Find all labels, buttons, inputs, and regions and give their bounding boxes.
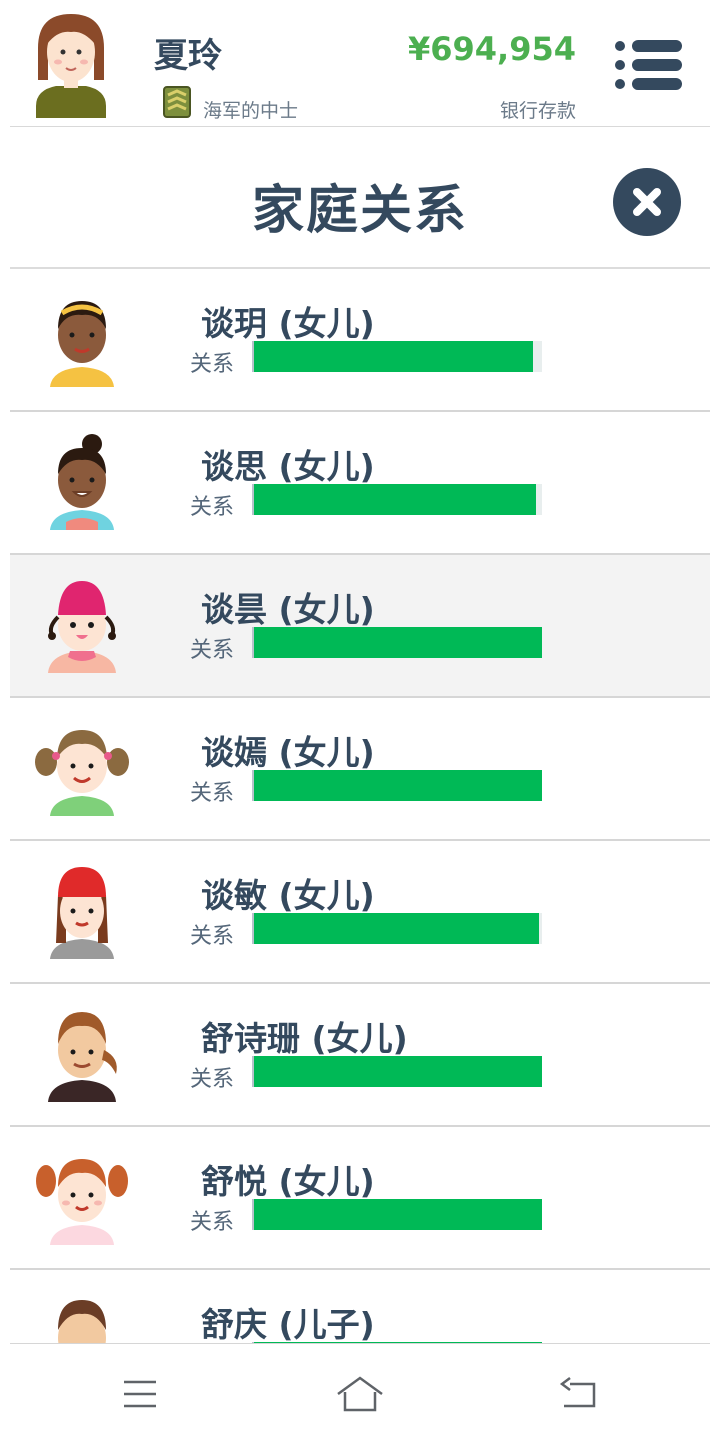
- player-name: 夏玲: [154, 36, 222, 76]
- relation-bar-fill: [254, 484, 537, 515]
- member-name: 谈嫣 (女儿): [201, 733, 375, 772]
- family-list[interactable]: 谈玥 (女儿) 关系 谈思 (女儿) 关系 谈昙 (女儿) 关系 谈嫣 (女儿)…: [10, 269, 710, 1343]
- relation-bar-fill: [254, 770, 542, 801]
- relation-label: 关系: [190, 781, 235, 806]
- relation-label: 关系: [190, 352, 235, 377]
- member-name: 谈昙 (女儿): [201, 590, 375, 629]
- recents-icon[interactable]: [110, 1372, 170, 1416]
- girl-dark-headband-avatar: [50, 301, 114, 387]
- relation-bar-fill: [254, 341, 534, 372]
- girl-dark-bun-avatar: [50, 434, 114, 530]
- girl-ponytail-avatar: [48, 1012, 117, 1102]
- home-icon[interactable]: [330, 1372, 390, 1416]
- rank-label: 海军的中士: [203, 100, 299, 122]
- relation-bar-fill: [254, 1056, 542, 1087]
- relation-bar: [252, 627, 542, 658]
- girl-red-pigtails-avatar: [36, 1159, 128, 1245]
- back-icon[interactable]: [550, 1372, 610, 1416]
- relation-label: 关系: [190, 1210, 235, 1235]
- member-name: 舒悦 (女儿): [201, 1162, 375, 1201]
- page-title: 家庭关系: [251, 181, 468, 241]
- rank-insignia-icon: [163, 86, 191, 118]
- relation-label: 关系: [190, 1067, 235, 1092]
- relation-bar-fill: [254, 627, 542, 658]
- family-member-row[interactable]: 舒悦 (女儿) 关系: [10, 1127, 710, 1270]
- relation-bar: [252, 484, 542, 515]
- close-icon: [633, 188, 661, 216]
- member-name: 舒诗珊 (女儿): [201, 1019, 408, 1058]
- profile-header: 夏玲 海军的中士 ¥694,954 银行存款: [0, 0, 720, 127]
- family-member-row[interactable]: 谈思 (女儿) 关系: [10, 412, 710, 555]
- member-name: 谈思 (女儿): [201, 447, 375, 486]
- relation-bar: [252, 1199, 542, 1230]
- girl-red-beanie-avatar: [50, 867, 114, 959]
- family-member-row[interactable]: 舒诗珊 (女儿) 关系: [10, 984, 710, 1127]
- list-menu-icon[interactable]: [612, 38, 684, 92]
- girl-pink-hat-avatar: [48, 581, 116, 673]
- family-member-row[interactable]: 谈嫣 (女儿) 关系: [10, 698, 710, 841]
- family-member-row[interactable]: 谈玥 (女儿) 关系: [10, 269, 710, 412]
- relation-bar-fill: [254, 913, 540, 944]
- member-name: 舒庆 (儿子): [201, 1305, 375, 1343]
- relation-bar: [252, 1056, 542, 1087]
- family-member-row[interactable]: 谈敏 (女儿) 关系: [10, 841, 710, 984]
- girl-pigtails-avatar: [35, 730, 129, 816]
- family-member-row[interactable]: 谈昙 (女儿) 关系: [10, 555, 710, 698]
- boy-avatar: [58, 1300, 106, 1343]
- relation-bar: [252, 341, 542, 372]
- member-name: 谈玥 (女儿): [201, 304, 375, 343]
- relation-bar: [252, 913, 542, 944]
- bank-balance-label: 银行存款: [499, 100, 576, 122]
- relation-bar: [252, 770, 542, 801]
- member-name: 谈敏 (女儿): [201, 876, 375, 915]
- relation-label: 关系: [190, 495, 235, 520]
- close-button[interactable]: [613, 168, 681, 236]
- bank-balance: ¥694,954: [407, 30, 576, 68]
- system-navbar: [0, 1344, 720, 1440]
- header-divider: [10, 126, 710, 127]
- family-member-row[interactable]: 舒庆 (儿子) 关系: [10, 1270, 710, 1343]
- player-avatar-icon: [36, 14, 106, 118]
- relation-label: 关系: [190, 924, 235, 949]
- relation-label: 关系: [190, 638, 235, 663]
- relation-bar-fill: [254, 1199, 542, 1230]
